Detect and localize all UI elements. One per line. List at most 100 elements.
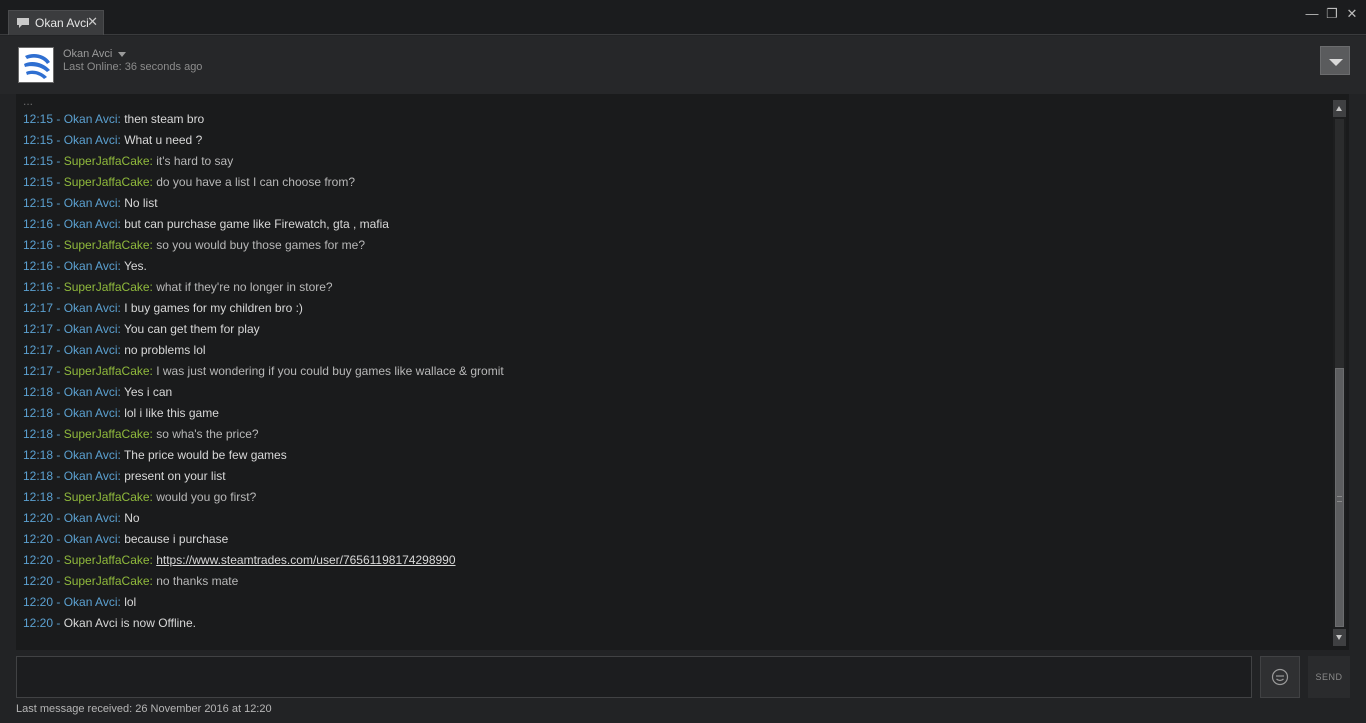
message-text: lol [124,595,137,609]
message-author[interactable]: Okan Avci [64,322,118,336]
message-time: 12:18 [23,469,54,483]
minimize-icon[interactable]: — [1304,6,1320,22]
message-text: Yes i can [123,385,173,399]
chat-message: 12:18 - Okan Avci: Yes i can [23,385,173,399]
message-author[interactable]: SuperJaffaCake [64,490,150,504]
message-time: 12:15 [23,196,54,210]
chat-message: 12:16 - Okan Avci: but can purchase game… [23,217,389,231]
chat-message: 12:18 - SuperJaffaCake: would you go fir… [23,490,257,504]
chat-message: 12:16 - SuperJaffaCake: so you would buy… [23,238,365,252]
message-text: I buy games for my children bro :) [124,301,303,315]
chat-message: 12:20 - Okan Avci: lol [23,595,137,609]
message-text: what if they're no longer in store? [156,280,333,294]
chat-scrollbar[interactable] [1333,100,1346,646]
chat-window: Okan Avci ✕ — ❐ ✕ Okan Avci Last Online:… [0,0,1366,723]
message-time: 12:20 [23,574,54,588]
chat-tab[interactable]: Okan Avci ✕ [8,10,104,35]
smiley-icon [1271,668,1289,686]
message-time: 12:18 [23,448,54,462]
message-author[interactable]: SuperJaffaCake [64,154,150,168]
last-online-status: Last Online: 36 seconds ago [63,61,203,73]
message-time: 12:15 [23,154,54,168]
scroll-track[interactable] [1335,119,1344,627]
message-author[interactable]: Okan Avci [64,301,118,315]
message-author[interactable]: Okan Avci [64,469,118,483]
message-text: no problems lol [124,343,206,357]
grip-icon [1337,496,1342,502]
message-text: then steam bro [124,112,205,126]
message-author[interactable]: SuperJaffaCake [64,238,150,252]
message-text: I was just wondering if you could buy ga… [156,364,504,378]
message-author[interactable]: Okan Avci [64,133,118,147]
chat-message: 12:15 - Okan Avci: No list [23,196,158,210]
message-time: 12:20 [23,553,54,567]
message-input[interactable] [16,656,1252,698]
message-time: 12:16 [23,280,54,294]
message-time: 12:17 [23,301,54,315]
message-time: 12:20 [23,532,54,546]
chat-message: 12:17 - SuperJaffaCake: I was just wonde… [23,364,504,378]
chat-message: 12:20 - Okan Avci: No [23,511,140,525]
message-author[interactable]: Okan Avci [64,217,118,231]
last-message-status: Last message received: 26 November 2016 … [16,703,272,715]
friend-name[interactable]: Okan Avci [63,48,127,60]
message-author[interactable]: SuperJaffaCake [64,574,150,588]
close-tab-icon[interactable]: ✕ [87,15,98,29]
message-text: do you have a list I can choose from? [156,175,355,189]
message-author[interactable]: Okan Avci [64,595,118,609]
chat-message: 12:15 - SuperJaffaCake: do you have a li… [23,175,355,189]
send-button[interactable]: SEND [1308,656,1350,698]
chat-message: 12:17 - Okan Avci: I buy games for my ch… [23,301,303,315]
message-author[interactable]: Okan Avci [64,259,118,273]
chat-message: 12:20 - SuperJaffaCake: no thanks mate [23,574,239,588]
avatar[interactable] [18,47,54,83]
message-author[interactable]: Okan Avci [64,448,118,462]
message-author[interactable]: Okan Avci [64,532,118,546]
message-time: 12:16 [23,217,54,231]
friend-name-label: Okan Avci [63,48,113,60]
message-author[interactable]: Okan Avci [64,385,118,399]
message-author[interactable]: Okan Avci [64,511,118,525]
message-time: 12:18 [23,427,54,441]
chat-menu-button[interactable] [1320,46,1350,75]
tab-bar: Okan Avci ✕ — ❐ ✕ [0,0,1366,35]
message-text: You can get them for play [123,322,260,336]
message-text: but can purchase game like Firewatch, gt… [124,217,389,231]
window-controls: — ❐ ✕ [1304,6,1360,22]
chat-message: 12:17 - Okan Avci: You can get them for … [23,322,260,336]
message-author[interactable]: Okan Avci [64,196,118,210]
message-author[interactable]: Okan Avci [64,343,118,357]
scroll-down-icon[interactable] [1333,629,1346,646]
message-author[interactable]: SuperJaffaCake [64,427,150,441]
system-message: 12:20 - Okan Avci is now Offline. [23,616,196,630]
scroll-up-icon[interactable] [1333,100,1346,117]
message-author[interactable]: SuperJaffaCake [64,175,150,189]
close-window-icon[interactable]: ✕ [1344,6,1360,22]
scroll-thumb[interactable] [1335,368,1344,627]
message-text: No list [124,196,158,210]
message-time: 12:15 [23,133,54,147]
chat-log[interactable]: ... 12:15 - Okan Avci: then steam bro12:… [16,94,1349,650]
chevron-down-icon[interactable] [118,51,127,57]
emoticon-button[interactable] [1260,656,1300,698]
message-link[interactable]: https://www.steamtrades.com/user/7656119… [156,553,455,567]
message-text: The price would be few games [123,448,287,462]
chat-message: 12:15 - SuperJaffaCake: it's hard to say [23,154,234,168]
chat-log-content: ... 12:15 - Okan Avci: then steam bro12:… [23,102,1329,635]
chat-message: 12:20 - SuperJaffaCake: https://www.stea… [23,553,456,567]
chat-bubble-icon [16,17,30,29]
message-time: 12:16 [23,238,54,252]
message-time: 12:17 [23,364,54,378]
tab-title: Okan Avci [35,16,89,30]
message-author[interactable]: SuperJaffaCake [64,553,150,567]
restore-icon[interactable]: ❐ [1324,6,1340,22]
message-text: What u need ? [124,133,203,147]
message-author[interactable]: Okan Avci [64,406,118,420]
message-text: present on your list [124,469,226,483]
message-author[interactable]: Okan Avci [64,112,118,126]
message-author[interactable]: SuperJaffaCake [64,364,150,378]
message-author[interactable]: SuperJaffaCake [64,280,150,294]
chat-message: 12:18 - Okan Avci: The price would be fe… [23,448,287,462]
message-text: it's hard to say [156,154,234,168]
message-text: no thanks mate [156,574,239,588]
